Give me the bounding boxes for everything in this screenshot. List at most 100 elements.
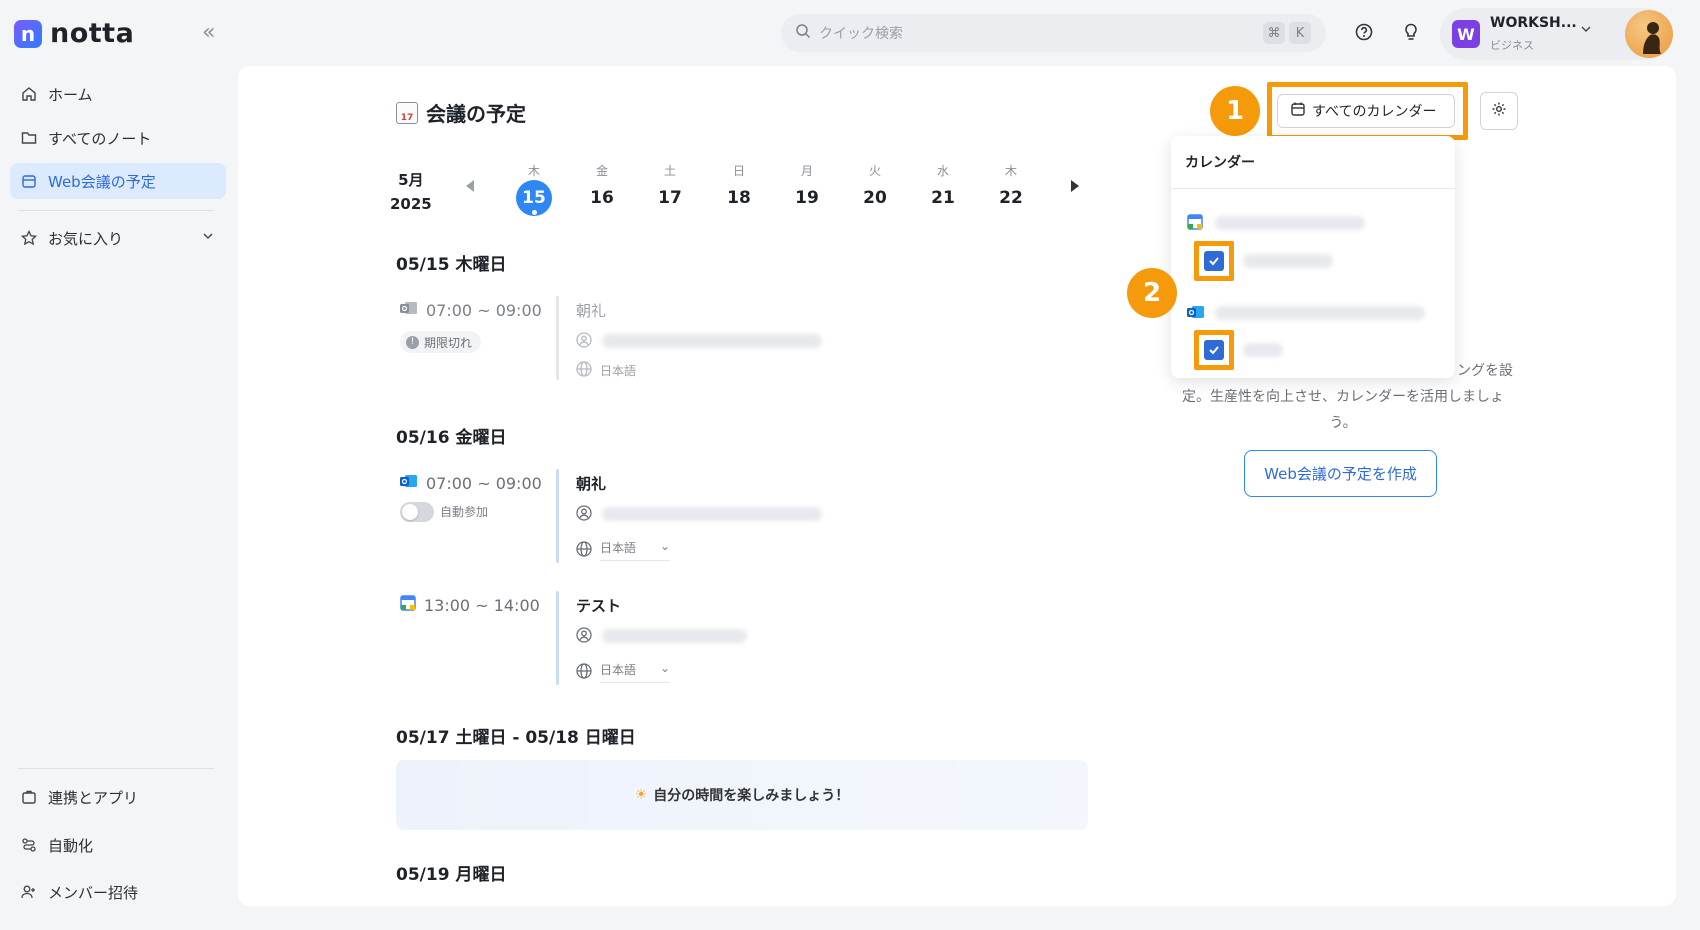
star-icon (20, 229, 38, 247)
event-dot (532, 210, 537, 215)
help-icon[interactable] (1354, 22, 1374, 46)
settings-button[interactable] (1480, 92, 1518, 130)
collapse-sidebar-icon[interactable]: « (202, 20, 215, 45)
notta-logo[interactable]: n notta (14, 18, 134, 49)
sidebar-item-label: お気に入り (48, 229, 124, 248)
sidebar-item-automation[interactable]: 自動化 (10, 827, 226, 863)
event-time-text: 13:00 ~ 14:00 (424, 595, 540, 615)
date-section-header: 05/15 木曜日 (396, 255, 507, 275)
sidebar-item-integrations[interactable]: 連携とアプリ (10, 779, 226, 815)
create-web-meeting-button[interactable]: Web会議の予定を作成 (1244, 450, 1437, 497)
event-title[interactable]: 朝礼 (576, 300, 606, 321)
weekday-label: 金 (595, 164, 608, 178)
day-cell[interactable]: 木 22 (989, 162, 1033, 216)
weekday-label: 木 (527, 164, 540, 178)
blurred-account (1215, 306, 1425, 320)
quick-search-input[interactable]: クイック検索 ⌘ K (781, 14, 1326, 52)
globe-icon (576, 540, 592, 560)
year-label: 2025 (390, 195, 432, 213)
workspace-plan: ビジネス (1490, 39, 1534, 52)
sidebar-item-label: 連携とアプリ (48, 788, 139, 807)
day-cell[interactable]: 日 18 (717, 162, 761, 216)
day-number: 21 (931, 188, 955, 208)
day-cell[interactable]: 木 15 (512, 162, 556, 216)
sidebar-item-favorites[interactable]: お気に入り (10, 220, 226, 256)
workspace-avatar: W (1452, 20, 1480, 48)
day-number: 18 (727, 188, 751, 208)
event-title[interactable]: 朝礼 (576, 473, 606, 494)
outlook-icon (400, 473, 418, 493)
previous-week-arrow[interactable] (466, 180, 474, 192)
sidebar-item-home[interactable]: ホーム (10, 76, 226, 112)
workspace-name: WORKSH... (1490, 15, 1577, 31)
blurred-email (602, 334, 822, 348)
sidebar-item-invite-members[interactable]: メンバー招待 (10, 874, 226, 910)
day-number: 22 (999, 188, 1023, 208)
day-cell[interactable]: 水 21 (921, 162, 965, 216)
calendar-icon (20, 172, 38, 190)
event-divider (556, 296, 559, 380)
month-label: 5月 (398, 171, 424, 189)
empty-text-line2: 定。生産性を向上させ、カレンダーを活用しましょ (1182, 389, 1504, 405)
day-cell[interactable]: 月 19 (785, 162, 829, 216)
chevron-down-icon[interactable] (202, 228, 214, 246)
user-icon (576, 627, 592, 647)
highlight-box-2 (1194, 330, 1234, 370)
day-number: 19 (795, 188, 819, 208)
step-marker-2: 2 (1127, 268, 1177, 318)
event-time-text: 07:00 ~ 09:00 (426, 300, 542, 320)
dropdown-divider (1171, 188, 1455, 189)
language-select[interactable]: 日本語 ⌄ (576, 539, 670, 561)
sun-icon: ☀ (634, 787, 648, 803)
sidebar-item-all-notes[interactable]: すべてのノート (10, 120, 226, 156)
blurred-calendar-name (1243, 254, 1333, 268)
calendar-emoji-icon: 17 (396, 101, 418, 124)
language-text: 日本語 (600, 364, 637, 378)
day-number: 16 (590, 188, 614, 208)
month-year: 5月 2025 (390, 168, 432, 216)
blurred-email (602, 629, 747, 643)
shortcut-cmd-key: ⌘ (1263, 22, 1285, 44)
notta-logo-icon: n (14, 19, 42, 48)
weekday-label: 日 (732, 164, 745, 178)
language-select[interactable]: 日本語 ⌄ (576, 661, 670, 683)
add-user-icon (20, 883, 38, 901)
sidebar-item-web-meetings[interactable]: Web会議の予定 (10, 163, 226, 199)
outlook-icon (1187, 304, 1205, 324)
event-divider (556, 469, 559, 563)
sidebar-divider (18, 768, 214, 769)
home-icon (20, 85, 38, 103)
briefcase-icon (20, 788, 38, 806)
page-title: 17 会議の予定 (396, 98, 526, 127)
chevron-down-icon: ⌄ (659, 661, 670, 675)
next-week-arrow[interactable] (1071, 180, 1079, 192)
day-number: 20 (863, 188, 887, 208)
shortcut-k-key: K (1289, 22, 1311, 44)
user-avatar[interactable] (1625, 10, 1673, 58)
weekend-message-card: ☀ 自分の時間を楽しみましょう！ (396, 760, 1088, 830)
auto-join-label: 自動参加 (440, 505, 489, 519)
day-cell[interactable]: 金 16 (580, 162, 624, 216)
lightbulb-icon[interactable] (1401, 22, 1421, 46)
sidebar-item-label: Web会議の予定 (48, 172, 156, 191)
chevron-down-icon: ⌄ (659, 539, 670, 553)
weekday-label: 水 (936, 164, 949, 178)
day-cell[interactable]: 火 20 (853, 162, 897, 216)
google-calendar-icon (400, 595, 416, 615)
auto-join-toggle[interactable] (400, 502, 434, 522)
automation-icon (20, 836, 38, 854)
search-icon (795, 23, 811, 43)
calendar-dropdown: カレンダー (1171, 136, 1455, 378)
day-cell[interactable]: 土 17 (648, 162, 692, 216)
event-time: 07:00 ~ 09:00 (400, 300, 542, 320)
outlook-icon (400, 300, 418, 320)
sidebar-divider (18, 210, 214, 211)
user-icon (576, 505, 592, 525)
event-title[interactable]: テスト (576, 595, 621, 616)
sidebar-item-label: 自動化 (48, 836, 94, 855)
folder-icon (20, 129, 38, 147)
sidebar-item-label: すべてのノート (48, 129, 152, 148)
weekend-message: 自分の時間を楽しみましょう！ (653, 788, 850, 804)
expired-badge-text: 期限切れ (424, 335, 473, 350)
calendar-dropdown-header: カレンダー (1185, 155, 1255, 171)
